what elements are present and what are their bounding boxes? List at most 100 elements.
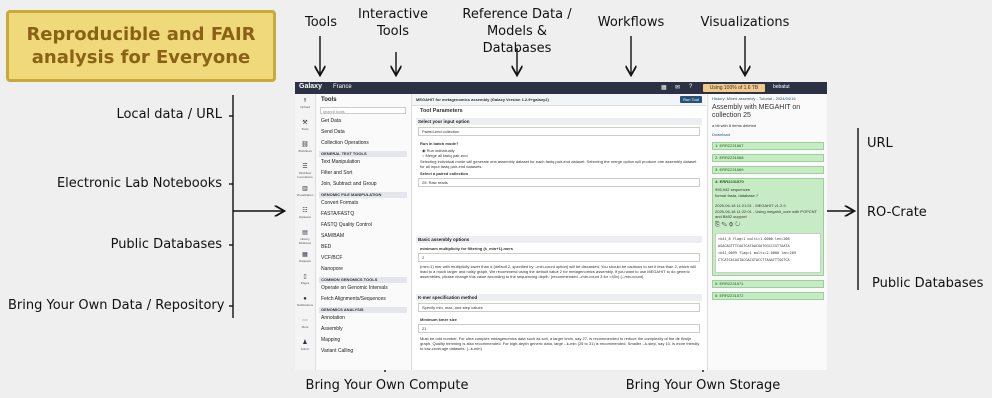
activity-label: Workflow Invocations xyxy=(297,171,313,179)
tool-category[interactable]: Get Data xyxy=(321,118,407,125)
tool-section-header: COMMON GENOMICS TOOLS xyxy=(319,277,407,283)
download-link[interactable]: Download xyxy=(712,132,730,137)
dataset-item[interactable]: 6: ERR2231572 xyxy=(712,292,824,300)
tool-category[interactable]: Variant Calling xyxy=(321,348,407,355)
activity-admin[interactable]: ♟ Admin xyxy=(295,340,315,351)
peek-line: >k41_0099 flag=1 multi=2.0000 len=209 xyxy=(718,251,796,255)
tool-category[interactable]: SAM/BAM xyxy=(321,233,407,240)
dataset-item-expanded[interactable]: 4: ERR2231570 995,942 sequences format f… xyxy=(712,178,824,276)
activity-folder[interactable]: ▦ Datasets xyxy=(295,252,315,263)
tool-category[interactable]: Assembly xyxy=(321,326,407,333)
user-menu[interactable]: bebatut xyxy=(773,84,790,90)
multiplicity-input[interactable]: 2 xyxy=(418,253,700,262)
activity-pages[interactable]: ▯ Pages xyxy=(295,274,315,285)
radio-merge-label: Merge all fastq pair-end xyxy=(425,153,468,158)
galaxy-project: France xyxy=(333,84,352,90)
admin-icon: ♟ xyxy=(302,340,308,346)
expanded-line3: 2025-06-18 11:21:51 - MEGAHIT v1.2.9 xyxy=(715,203,786,208)
activity-more[interactable]: ⋯ More xyxy=(295,318,315,329)
collection-select[interactable]: 25: Raw reads xyxy=(418,178,700,187)
tool-category[interactable]: Mapping xyxy=(321,337,407,344)
multiplicity-value: 2 xyxy=(422,255,425,260)
min-kmer-input[interactable]: 21 xyxy=(418,324,700,333)
peek-line: >k41_8 flag=1 multi=1.0000 len=208 xyxy=(718,237,790,241)
database-icon: ☷ xyxy=(302,208,308,214)
bell-icon: ● xyxy=(303,296,307,302)
history-size: a bit with 8 items deleted xyxy=(712,123,757,128)
activity-label: More xyxy=(301,325,309,329)
tool-category[interactable]: VCF/BCF xyxy=(321,255,407,262)
activity-bell[interactable]: ● Notifications xyxy=(295,296,315,307)
expanded-line1: 995,942 sequences xyxy=(715,187,750,192)
tool-category[interactable]: FASTQ Quality Control xyxy=(321,222,407,229)
peek-line: AGACAGTTTCAATCATAACGATGGCCCGTTAATA xyxy=(718,244,790,248)
dataset-item[interactable]: 3: ERR2231569 xyxy=(712,166,824,174)
collection-value: 25: Raw reads xyxy=(422,180,448,185)
tool-category[interactable]: Annotation xyxy=(321,315,407,322)
activity-label: Workflows xyxy=(298,149,312,153)
galaxy-screenshot: Galaxy France ▦ ✉ ? Using 100% of 1.6 TB… xyxy=(295,82,827,370)
chat-icon[interactable]: ✉ xyxy=(675,84,680,91)
tool-category[interactable]: Text Manipulation xyxy=(321,159,407,166)
activity-label: Pages xyxy=(300,281,310,285)
activity-database[interactable]: ☷ Datasets xyxy=(295,208,315,219)
tool-category[interactable]: Operate on Genomic Intervals xyxy=(321,285,407,292)
activity-label: Tools xyxy=(301,127,309,131)
help-icon[interactable]: ? xyxy=(689,84,692,90)
kmer-method-select[interactable]: Specify min, max, and step values xyxy=(418,303,700,312)
galaxy-masthead: Galaxy France ▦ ✉ ? Using 100% of 1.6 TB… xyxy=(295,82,827,94)
tool-category[interactable]: Collection Operations xyxy=(321,140,407,147)
activity-history[interactable]: ▤ History Multiview xyxy=(295,230,315,245)
pages-icon: ▯ xyxy=(303,274,307,280)
activity-wrench[interactable]: ⚒ Tools xyxy=(295,120,315,131)
tool-category[interactable]: Nanopore xyxy=(321,266,407,273)
min-kmer-label: Minimum kmer size xyxy=(420,317,457,322)
history-panel: History: Mixed assembly - Tutorial - 202… xyxy=(707,94,827,370)
tool-category[interactable]: Filter and Sort xyxy=(321,170,407,177)
activity-workflow[interactable]: ⛓ Workflows xyxy=(295,142,315,153)
tool-category[interactable]: Fetch Alignments/Sequences xyxy=(321,296,407,303)
workflow-icon: ⛓ xyxy=(301,142,309,148)
tool-params-title: Tool Parameters xyxy=(420,108,463,114)
expanded-line4: 2025-06-18 11:22:01 - Using megahit_core… xyxy=(715,209,817,219)
tool-panel: Tools search tools Get Data Send Data Coll… xyxy=(316,94,412,370)
input-option-value: Paired-end collection xyxy=(422,129,460,134)
dataset-item[interactable]: 2: ERR2231568 xyxy=(712,154,824,162)
galaxy-brand[interactable]: Galaxy xyxy=(299,83,322,90)
tool-form-header: MEGAHIT for metagenomics assembly (Galax… xyxy=(412,94,706,106)
run-tool-button[interactable]: Run Tool xyxy=(680,96,702,103)
activity-bar: ⭱ Upload ⚒ Tools ⛓ Workflows ☰ Workflow Invocat… xyxy=(295,94,316,370)
activity-chart[interactable]: ▥ Visualization xyxy=(295,186,315,197)
tool-section-header: GENOMICS ANALYSIS xyxy=(319,307,407,313)
dataset-peek: >k41_8 flag=1 multi=1.0000 len=208 AGACA… xyxy=(715,233,821,273)
tool-category[interactable]: Send Data xyxy=(321,129,407,136)
activity-label: Notifications xyxy=(296,303,314,307)
activity-upload[interactable]: ⭱ Upload xyxy=(295,98,315,109)
history-link[interactable]: History: Mixed assembly - Tutorial - 202… xyxy=(712,96,796,101)
multiplicity-label: minimum multiplicity for filtering (k_mi… xyxy=(420,246,514,251)
tool-category[interactable]: Join, Subtract and Group xyxy=(321,181,407,188)
dataset-actions-icons[interactable]: ⎘ ✎ ⚙ ↻ xyxy=(715,222,740,228)
activity-invocations[interactable]: ☰ Workflow Invocations xyxy=(295,164,315,179)
tool-name: MEGAHIT for metagenomics assembly (Galax… xyxy=(416,97,549,102)
input-option-section: Select your input option xyxy=(416,118,702,125)
tool-search-input[interactable]: search tools xyxy=(320,107,406,114)
basic-options-section[interactable]: Basic assembly options xyxy=(416,236,702,243)
tool-form: MEGAHIT for metagenomics assembly (Galax… xyxy=(412,94,706,370)
tool-category[interactable]: FASTA/FASTQ xyxy=(321,211,407,218)
dataset-item[interactable]: 5: ERR2231571 xyxy=(712,280,824,288)
input-option-select[interactable]: Paired-end collection xyxy=(418,127,700,136)
kmer-method-value: Specify min, max, and step values xyxy=(422,305,483,310)
min-kmer-value: 21 xyxy=(422,326,427,331)
batch-help: Selecting individual mode will generate … xyxy=(420,159,697,169)
storage-usage[interactable]: Using 100% of 1.6 TB xyxy=(703,84,765,92)
grid-icon[interactable]: ▦ xyxy=(661,84,667,91)
tool-category[interactable]: Convert Formats xyxy=(321,200,407,207)
tool-category[interactable]: BED xyxy=(321,244,407,251)
activity-label: Upload xyxy=(300,105,310,109)
history-icon: ▤ xyxy=(302,230,308,236)
radio-merge[interactable]: ○ Merge all fastq pair-end xyxy=(422,153,468,158)
activity-label: History Multiview xyxy=(298,237,312,245)
invocations-icon: ☰ xyxy=(302,164,308,170)
dataset-item[interactable]: 1: ERR2231567 xyxy=(712,142,824,150)
